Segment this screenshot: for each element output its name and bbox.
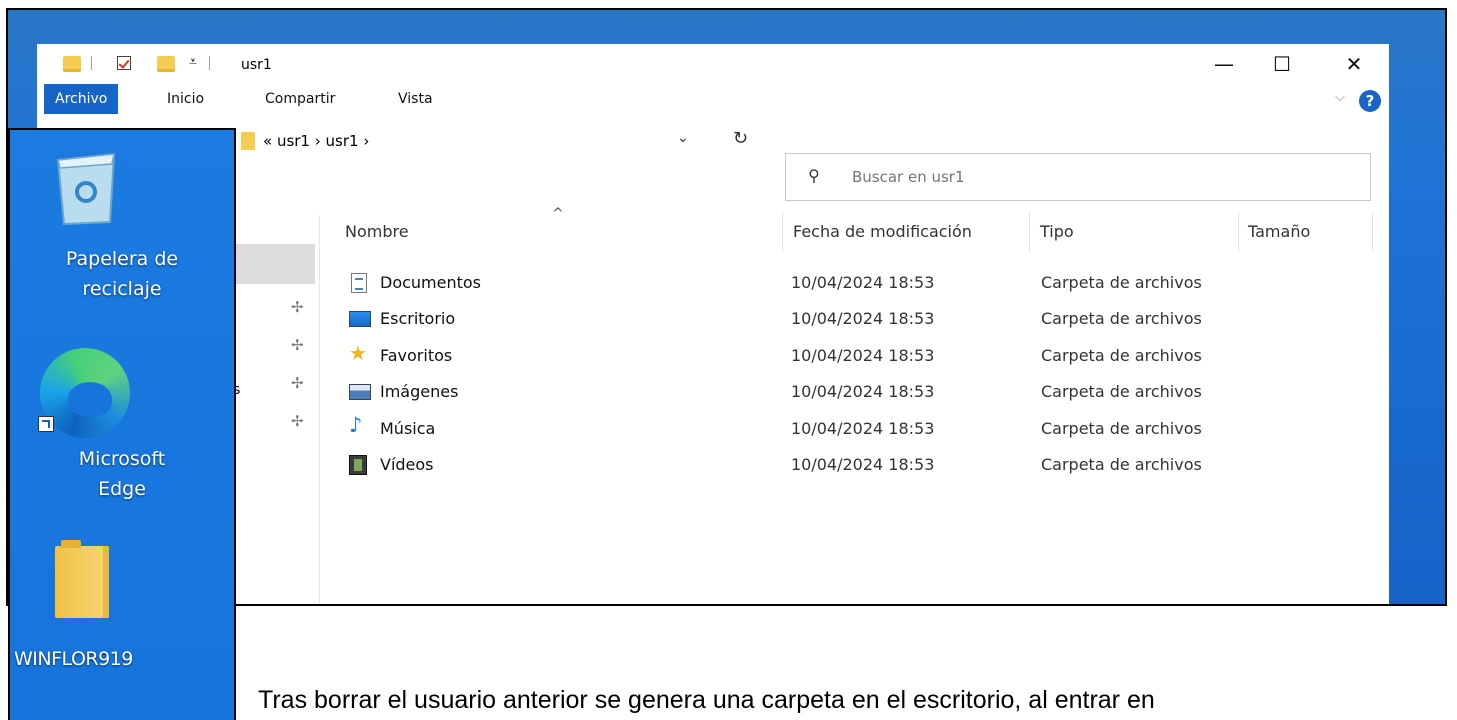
file-type: Carpeta de archivos [1041,419,1202,438]
desktop-icon-label[interactable]: WINFLOR919 [10,644,222,674]
quick-access-dropdown-icon[interactable]: ⩡ [189,54,197,72]
tab-archivo[interactable]: Archivo [44,84,119,114]
videos-icon [349,455,367,475]
column-header-nombre[interactable]: Nombre [345,222,409,262]
desktop-icon-label[interactable]: Microsoft Edge [18,444,226,504]
tab-inicio[interactable]: Inicio [156,84,215,114]
file-date: 10/04/2024 18:53 [791,346,935,365]
documents-icon [351,273,367,293]
expand-ribbon-chevron-icon[interactable]: ⌵ [1335,90,1345,105]
desktop-icon-label[interactable]: Papelera de reciclaje [18,244,226,304]
recycle-bin-label-line2: reciclaje [82,278,162,300]
file-type: Carpeta de archivos [1041,382,1202,401]
recycle-bin-label-line1: Papelera de [65,248,179,270]
search-box[interactable]: ⚲ [785,153,1371,201]
desktop-icon [349,311,371,327]
file-name: Música [380,419,436,438]
file-date: 10/04/2024 18:53 [791,382,935,401]
refresh-icon[interactable]: ↻ [733,128,748,149]
table-row[interactable]: Documentos 10/04/2024 18:53 Carpeta de a… [349,266,1349,302]
folder-icon[interactable] [55,540,109,618]
star-icon: ★ [349,341,367,365]
column-header-tipo[interactable]: Tipo [1040,222,1074,262]
pin-icon[interactable]: ✢ [291,412,304,430]
toolbar-separator [209,56,210,70]
maximize-button[interactable]: ☐ [1259,50,1305,78]
ribbon-tabs: Archivo Inicio Compartir Vista ⌵ ? [37,84,1389,114]
window-title: usr1 [241,57,272,73]
folder-icon[interactable] [63,56,81,72]
pin-icon[interactable]: ✢ [291,298,304,316]
pictures-icon [349,384,371,400]
file-date: 10/04/2024 18:53 [791,455,935,474]
column-separator[interactable] [1372,212,1373,252]
pin-icon[interactable]: ✢ [291,374,304,392]
pin-icon[interactable]: ✢ [291,336,304,354]
table-row[interactable]: Imágenes 10/04/2024 18:53 Carpeta de arc… [349,375,1349,411]
recycle-bin-icon[interactable] [52,150,120,226]
edge-label-line2: Edge [98,478,146,500]
file-type: Carpeta de archivos [1041,455,1202,474]
table-row[interactable]: Vídeos 10/04/2024 18:53 Carpeta de archi… [349,448,1349,484]
edge-label-line1: Microsoft [78,448,166,470]
file-date: 10/04/2024 18:53 [791,273,935,292]
table-row[interactable]: ♪ Música 10/04/2024 18:53 Carpeta de arc… [349,412,1349,448]
help-button[interactable]: ? [1359,90,1381,112]
file-name: Favoritos [380,346,453,365]
file-name: Escritorio [380,309,456,328]
file-type: Carpeta de archivos [1041,309,1202,328]
file-date: 10/04/2024 18:53 [791,309,935,328]
file-name: Imágenes [380,382,459,401]
sort-ascending-icon: ^ [552,206,564,222]
toolbar-separator [91,56,92,70]
file-date: 10/04/2024 18:53 [791,419,935,438]
file-type: Carpeta de archivos [1041,273,1202,292]
properties-check-icon[interactable] [117,56,131,70]
file-name: Documentos [380,273,482,292]
file-type: Carpeta de archivos [1041,346,1202,365]
document-caption: Tras borrar el usuario anterior se gener… [258,686,1155,714]
shortcut-arrow-icon [38,416,54,432]
column-header-tamano[interactable]: Tamaño [1248,222,1310,262]
title-bar: ⩡ usr1 — ☐ ✕ [37,44,1389,84]
folder-icon [241,132,255,150]
table-row[interactable]: ★ Favoritos 10/04/2024 18:53 Carpeta de … [349,339,1349,375]
search-input[interactable] [850,164,1334,190]
desktop-icons-panel: Papelera de reciclaje Microsoft Edge WIN… [8,128,236,720]
music-icon: ♪ [349,413,363,437]
table-row[interactable]: Escritorio 10/04/2024 18:53 Carpeta de a… [349,302,1349,338]
column-separator[interactable] [782,212,783,252]
close-button[interactable]: ✕ [1331,50,1377,78]
minimize-button[interactable]: — [1201,50,1247,78]
new-folder-icon[interactable] [157,56,175,72]
tab-compartir[interactable]: Compartir [254,84,346,114]
column-separator[interactable] [1238,212,1239,252]
column-header-fecha[interactable]: Fecha de modificación [793,222,972,262]
file-name: Vídeos [380,455,434,474]
column-separator[interactable] [1029,212,1030,252]
breadcrumb[interactable]: « usr1 › usr1 › [263,132,369,150]
tab-vista[interactable]: Vista [387,84,444,114]
address-dropdown-icon[interactable]: ⌄ [677,130,689,146]
pane-separator [319,215,320,604]
search-icon: ⚲ [808,166,820,185]
